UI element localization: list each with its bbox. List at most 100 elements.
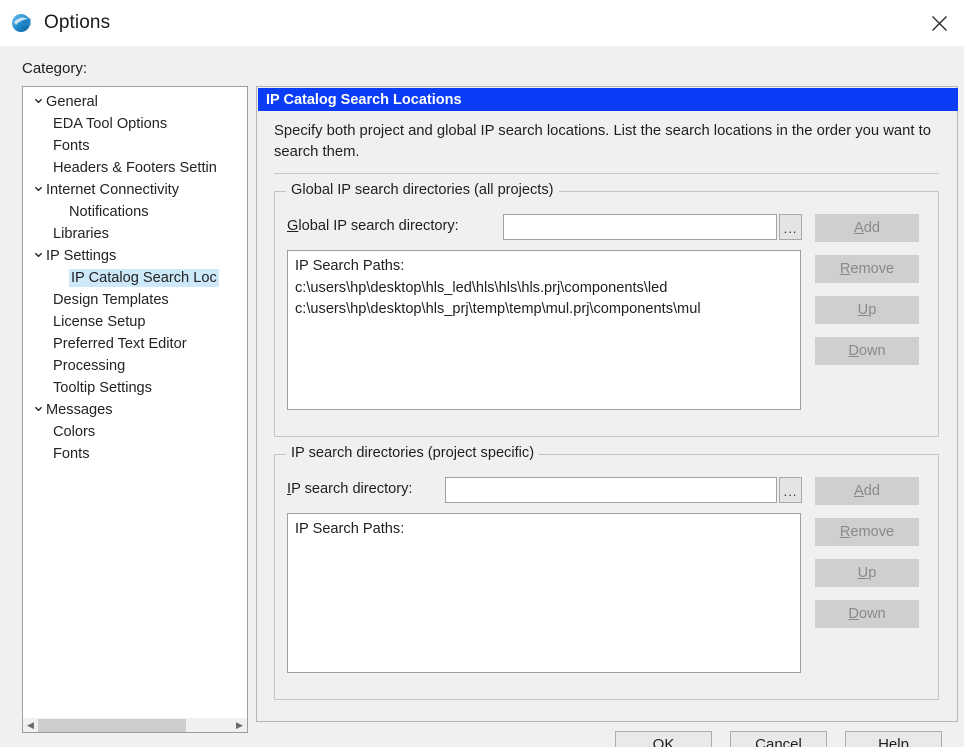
sidebar-item-label: Processing — [53, 358, 126, 374]
panel-divider — [274, 173, 939, 174]
global-label-rest: lobal IP search directory: — [298, 218, 459, 234]
global-ip-search-group: Global IP search directories (all projec… — [274, 182, 939, 437]
sidebar-item-label: Messages — [46, 402, 113, 418]
options-dialog: Options Category: ⌄ General EDA Tool Optio… — [0, 0, 964, 747]
project-add-button[interactable]: Add — [815, 477, 919, 505]
cancel-button[interactable]: Cancel — [730, 731, 827, 747]
global-group-legend: Global IP search directories (all projec… — [286, 182, 559, 198]
global-up-button[interactable]: Up — [815, 296, 919, 324]
button-accel: D — [848, 343, 859, 359]
chevron-left-icon[interactable]: ◀ — [23, 718, 38, 733]
button-accel: R — [839, 261, 851, 277]
global-ip-search-paths-list[interactable]: IP Search Paths: c:\users\hp\desktop\hls… — [287, 250, 801, 410]
chevron-down-icon[interactable]: ⌄ — [31, 177, 46, 194]
project-down-button[interactable]: Down — [815, 600, 919, 628]
global-remove-button[interactable]: Remove — [815, 255, 919, 283]
project-group-legend: IP search directories (project specific) — [286, 445, 540, 461]
button-accel: U — [857, 565, 869, 581]
list-item[interactable]: c:\users\hp\desktop\hls_led\hls\hls\hls.… — [295, 278, 800, 299]
panel-description: Specify both project and global IP searc… — [274, 123, 931, 160]
close-icon[interactable] — [914, 0, 964, 46]
category-tree[interactable]: ⌄ General EDA Tool Options Fonts Headers & F… — [22, 86, 248, 733]
chevron-down-icon[interactable]: ⌄ — [31, 397, 46, 414]
ok-button[interactable]: OK — [615, 731, 712, 747]
project-ip-search-directory-input[interactable] — [445, 477, 777, 503]
button-label-rest: emove — [850, 524, 895, 540]
button-accel: R — [839, 524, 851, 540]
button-accel: A — [854, 220, 864, 236]
global-browse-button[interactable]: ... — [779, 214, 802, 240]
sidebar-item-notifications[interactable]: Notifications — [23, 201, 247, 223]
sidebar-item-label: Tooltip Settings — [53, 380, 152, 396]
project-list-header: IP Search Paths: — [295, 521, 405, 537]
sidebar-item-preferred-text-editor[interactable]: Preferred Text Editor — [23, 333, 247, 355]
sidebar-item-label: General — [46, 94, 98, 110]
chevron-down-icon[interactable]: ⌄ — [31, 89, 46, 106]
category-tree-hscrollbar[interactable]: ◀ ▶ — [22, 718, 248, 733]
quartus-sphere-icon — [9, 10, 35, 36]
sidebar-item-label: IP Settings — [46, 248, 117, 264]
button-label-rest: dd — [863, 483, 880, 499]
sidebar-item-label: Libraries — [53, 226, 109, 242]
title-bar: Options — [0, 0, 964, 46]
button-accel: D — [848, 606, 859, 622]
sidebar-item-label: Preferred Text Editor — [53, 336, 187, 352]
project-label-rest: P search directory: — [291, 481, 413, 497]
sidebar-item-label: Headers & Footers Settin — [53, 160, 217, 176]
project-remove-button[interactable]: Remove — [815, 518, 919, 546]
sidebar-item-label: License Setup — [53, 314, 146, 330]
sidebar-item-ip-catalog-search-loc[interactable]: IP Catalog Search Loc — [23, 267, 247, 289]
global-ip-search-directory-input[interactable] — [503, 214, 777, 240]
sidebar-item-tooltip-settings[interactable]: Tooltip Settings — [23, 377, 247, 399]
project-ip-search-group: IP search directories (project specific)… — [274, 445, 939, 700]
panel-title: IP Catalog Search Locations — [258, 88, 958, 111]
global-ip-search-directory-label: Global IP search directory: — [287, 218, 459, 234]
sidebar-item-label: EDA Tool Options — [53, 116, 168, 132]
button-accel: U — [857, 302, 869, 318]
settings-panel: IP Catalog Search Locations Specify both… — [256, 86, 958, 722]
sidebar-item-label: Notifications — [69, 204, 149, 220]
sidebar-item-license-setup[interactable]: License Setup — [23, 311, 247, 333]
button-label-rest: p — [868, 565, 877, 581]
button-accel: A — [854, 483, 864, 499]
project-ip-search-directory-label: IP search directory: — [287, 481, 412, 497]
project-browse-button[interactable]: ... — [779, 477, 802, 503]
sidebar-item-libraries[interactable]: Libraries — [23, 223, 247, 245]
sidebar-item-messages[interactable]: ⌄ Messages — [23, 397, 247, 421]
sidebar-item-label: Fonts — [53, 446, 90, 462]
chevron-down-icon[interactable]: ⌄ — [31, 243, 46, 260]
window-title: Options — [44, 12, 111, 33]
sidebar-item-internet-connectivity[interactable]: ⌄ Internet Connectivity — [23, 177, 247, 201]
global-list-rows: c:\users\hp\desktop\hls_led\hls\hls\hls.… — [295, 278, 800, 320]
sidebar-item-label: Internet Connectivity — [46, 182, 180, 198]
sidebar-item-eda-tool-options[interactable]: EDA Tool Options — [23, 113, 247, 135]
button-label-rest: own — [858, 606, 886, 622]
sidebar-item-label: Design Templates — [53, 292, 169, 308]
sidebar-item-label: Fonts — [53, 138, 90, 154]
sidebar-item-fonts[interactable]: Fonts — [23, 135, 247, 157]
sidebar-item-colors[interactable]: Colors — [23, 421, 247, 443]
help-button[interactable]: Help — [845, 731, 942, 747]
sidebar-item-headers-footers-settin[interactable]: Headers & Footers Settin — [23, 157, 247, 179]
button-label-rest: emove — [850, 261, 895, 277]
project-up-button[interactable]: Up — [815, 559, 919, 587]
button-label-rest: p — [868, 302, 877, 318]
sidebar-item-design-templates[interactable]: Design Templates — [23, 289, 247, 311]
chevron-right-icon[interactable]: ▶ — [232, 718, 247, 733]
project-ip-search-paths-list[interactable]: IP Search Paths: — [287, 513, 801, 673]
button-label-rest: own — [858, 343, 886, 359]
global-list-header: IP Search Paths: — [295, 258, 405, 274]
sidebar-item-processing[interactable]: Processing — [23, 355, 247, 377]
global-down-button[interactable]: Down — [815, 337, 919, 365]
sidebar-item-label: Colors — [53, 424, 96, 440]
global-add-button[interactable]: Add — [815, 214, 919, 242]
sidebar-item-label: IP Catalog Search Loc — [69, 269, 219, 287]
sidebar-item-fonts[interactable]: Fonts — [23, 443, 247, 465]
global-label-accel: G — [287, 218, 299, 234]
category-label: Category: — [22, 60, 88, 77]
scrollbar-thumb[interactable] — [38, 718, 186, 732]
button-label-rest: dd — [863, 220, 880, 236]
sidebar-item-ip-settings[interactable]: ⌄ IP Settings — [23, 243, 247, 267]
sidebar-item-general[interactable]: ⌄ General — [23, 89, 247, 113]
list-item[interactable]: c:\users\hp\desktop\hls_prj\temp\temp\mu… — [295, 299, 800, 320]
